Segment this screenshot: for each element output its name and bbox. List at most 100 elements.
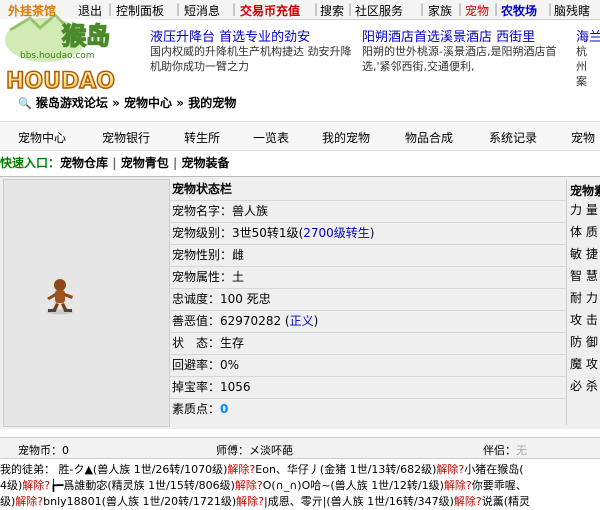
ad-title[interactable]: 阳朔酒店首选溪景酒店 西街里: [362, 26, 535, 45]
alignment-link[interactable]: 正义: [290, 314, 314, 328]
dismiss-link[interactable]: 解除?: [15, 495, 43, 508]
divider: |: [232, 2, 237, 16]
status-label: 忠诚度：: [172, 292, 221, 306]
dismiss-link[interactable]: 解除?: [22, 479, 50, 492]
quick-entry: 快速入口：宠物仓库 | 宠物青包 | 宠物装备: [0, 156, 230, 170]
logo-cn-text: 猴岛: [62, 22, 110, 50]
status-value: 0%: [220, 358, 240, 372]
apprentice-line-2: 4级)解除?┢━爲誰動宓(精灵族 1世/15转/806级)解除?O(∩_∩)O哈…: [0, 477, 527, 494]
status-value: 1056: [220, 380, 251, 394]
quick-link-pet-equipment[interactable]: 宠物装备: [182, 156, 230, 170]
quick-link-pet-pack[interactable]: 宠物青包: [121, 156, 169, 170]
breadcrumb: 🔍 猴岛游戏论坛 » 宠物中心 » 我的宠物: [18, 94, 236, 111]
magnifier-icon: 🔍: [18, 97, 32, 110]
partner-value: 无: [516, 444, 527, 457]
status-label: 宠物属性：: [172, 270, 233, 284]
status-value: 0: [220, 402, 229, 416]
apprentice-entry[interactable]: 你要乖喔、: [472, 479, 527, 492]
topbar-link-messages[interactable]: 短消息: [184, 2, 220, 19]
pet-status-panel: 宠物状态栏 宠物名字：兽人族 宠物级别：3世50转1级(2700级转生) 宠物性…: [169, 179, 565, 425]
status-value: 生存: [220, 336, 245, 350]
nav-item-system-log[interactable]: 系统记录: [489, 129, 537, 146]
dismiss-link[interactable]: 解除?: [436, 463, 464, 476]
status-value: 3世50转1级: [232, 226, 299, 240]
apprentice-entry[interactable]: 胜-ク▲(兽人族 1世/26转/1070级): [59, 463, 228, 476]
attr-label-wisdom: 智 慧: [570, 269, 598, 283]
pet-master: 师傅：メ淡吥葩: [216, 444, 293, 457]
status-row-element: 宠物属性：土: [172, 267, 244, 288]
breadcrumb-item-forum[interactable]: 猴岛游戏论坛: [36, 96, 108, 110]
attr-label-magic-attack: 魔 攻: [570, 357, 598, 371]
attr-label-critical: 必 杀: [570, 379, 598, 393]
topbar-link-farm[interactable]: 农牧场: [501, 2, 537, 19]
divider: [170, 398, 565, 399]
status-label: 掉宝率：: [172, 380, 221, 394]
quick-link-warehouse[interactable]: 宠物仓库: [60, 156, 108, 170]
status-label: 宠物名字：: [172, 204, 233, 218]
ad-title[interactable]: 海兰: [576, 26, 600, 45]
apprentice-entry[interactable]: 级): [0, 495, 15, 508]
ad-description: 国内权威的升降机生产机构捷达 劲安升降机助你成功一臂之力: [150, 45, 352, 73]
status-value: 100 死忠: [220, 292, 271, 306]
divider: |: [420, 2, 425, 16]
pet-image-box: [3, 179, 170, 427]
status-label: 状 态：: [172, 336, 221, 350]
status-label: 宠物性别：: [172, 248, 233, 262]
status-row-state: 状 态：生存: [172, 333, 244, 354]
topbar-link-community[interactable]: 社区服务: [355, 2, 403, 19]
nav-item-pet-more[interactable]: 宠物: [571, 129, 595, 146]
nav-item-overview[interactable]: 一览表: [253, 129, 289, 146]
attr-label-defense: 防 御: [570, 335, 598, 349]
dismiss-link[interactable]: 解除?: [454, 495, 482, 508]
dismiss-link[interactable]: 解除?: [444, 479, 472, 492]
status-value: 62970282: [220, 314, 282, 328]
logo-wordmark: HOUDAO: [6, 69, 115, 92]
topbar-link-pet[interactable]: 宠物: [465, 2, 489, 19]
ad-description: 阳朔的世外桃源-溪景酒店,是阳朔酒店首选,'紧邻西街,交通便利,: [362, 45, 557, 73]
dismiss-link[interactable]: 解除?: [227, 463, 255, 476]
apprentice-label: 我的徒弟：: [0, 463, 55, 476]
ad-block-2[interactable]: 阳朔酒店首选溪景酒店 西街里 阳朔的世外桃源-溪景酒店,是阳朔酒店首选,'紧邻西…: [362, 20, 572, 90]
site-logo[interactable]: 猴岛 bbs.houdao.com HOUDAO: [0, 0, 150, 95]
pet-sprite-icon: [47, 279, 73, 315]
apprentice-entry[interactable]: |成恩、零亓|(兽人族 1世/16转/347级): [264, 495, 454, 508]
partner-label: 伴侣：: [483, 444, 516, 457]
attr-label-endurance: 耐 力: [570, 291, 598, 305]
nav-item-rebirth[interactable]: 转生所: [184, 129, 220, 146]
nav-item-pet-center[interactable]: 宠物中心: [18, 129, 66, 146]
status-row-gender: 宠物性别：雌: [172, 245, 244, 266]
topbar-link-brain[interactable]: 脑残瞎: [554, 2, 590, 19]
attr-label-attack: 攻 击: [570, 313, 598, 327]
apprentice-entry[interactable]: O(∩_∩)O哈~(兽人族 1世/12转/1级): [263, 479, 444, 492]
apprentice-entry[interactable]: bnly18801(兽人族 1世/20转/1721级): [43, 495, 236, 508]
pet-coin: 宠物币：0: [18, 444, 69, 457]
nav-item-pet-bank[interactable]: 宠物银行: [102, 129, 150, 146]
topbar-link-recharge[interactable]: 交易币充值: [240, 2, 300, 19]
quick-entry-label: 快速入口：: [0, 156, 61, 170]
topbar-link-family[interactable]: 家族: [428, 2, 452, 19]
ad-block-1[interactable]: 液压升降台 首选专业的劲安 国内权威的升降机生产机构捷达 劲安升降机助你成功一臂…: [150, 20, 360, 90]
status-label: 宠物级别：: [172, 226, 233, 240]
rebirth-link[interactable]: 2700级转生: [303, 226, 370, 240]
apprentice-entry[interactable]: 说薰(精灵: [482, 495, 530, 508]
nav-item-my-pet[interactable]: 我的宠物: [322, 129, 370, 146]
breadcrumb-item-pet-center[interactable]: 宠物中心: [124, 96, 172, 110]
nav-item-item-synthesis[interactable]: 物品合成: [405, 129, 453, 146]
topbar-link-search[interactable]: 搜索: [320, 2, 344, 19]
attr-panel-title: 宠物素: [570, 184, 600, 198]
dismiss-link[interactable]: 解除?: [235, 479, 263, 492]
pet-nav-bar: 宠物中心 宠物银行 转生所 一览表 我的宠物 物品合成 系统记录 宠物: [0, 121, 600, 151]
apprentice-entry[interactable]: 4级): [0, 479, 22, 492]
apprentice-line-3: 级)解除?bnly18801(兽人族 1世/20转/1721级)解除?|成恩、零…: [0, 493, 530, 510]
ad-title[interactable]: 液压升降台 首选专业的劲安: [150, 26, 310, 45]
dismiss-link[interactable]: 解除?: [236, 495, 264, 508]
breadcrumb-item-my-pet: 我的宠物: [188, 96, 237, 110]
status-panel-title: 宠物状态栏: [172, 182, 233, 196]
divider: |: [314, 2, 319, 16]
apprentice-entry[interactable]: Eon、华仔丿(金猪 1世/13转/682级): [255, 463, 436, 476]
apprentice-entry[interactable]: 小猪在猴岛(: [464, 463, 523, 476]
breadcrumb-separator: »: [112, 96, 120, 110]
apprentice-entry[interactable]: ┢━爲誰動宓(精灵族 1世/15转/806级): [50, 479, 235, 492]
divider: |: [176, 2, 181, 16]
ad-block-3[interactable]: 海兰 杭州 案 美: [576, 20, 600, 90]
